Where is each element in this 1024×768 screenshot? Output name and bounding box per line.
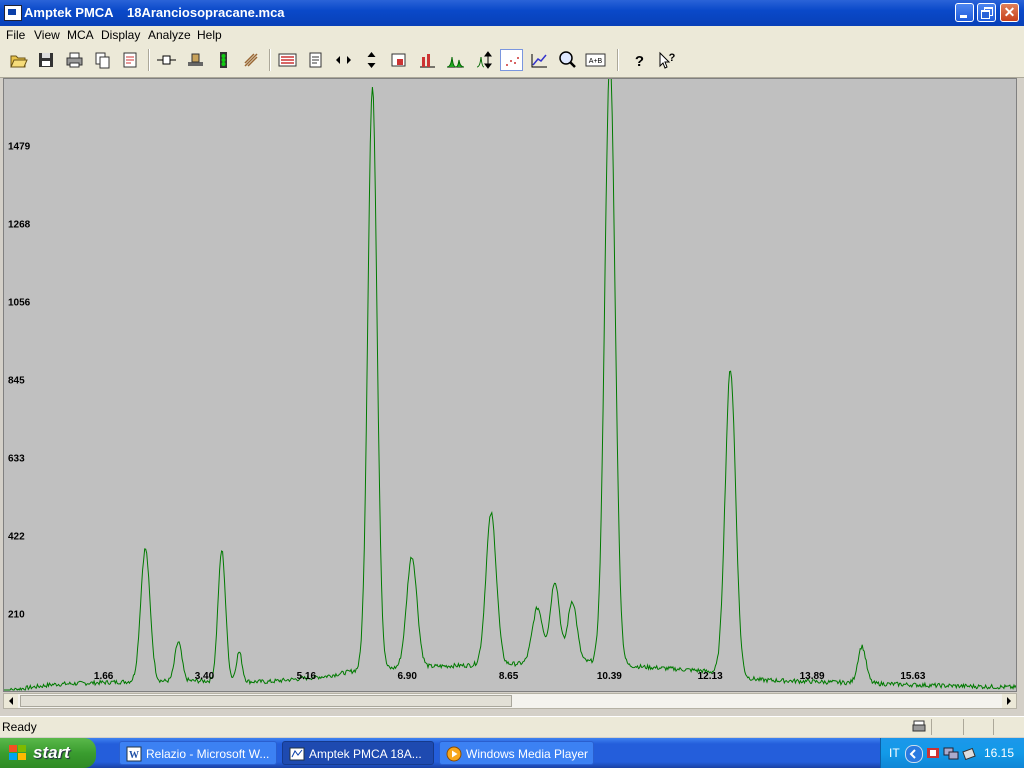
toolbar-separator (148, 49, 150, 71)
y-tick-label: 1479 (8, 142, 31, 153)
x-tick-label: 12.13 (698, 671, 723, 682)
acquisition-setup-icon[interactable] (184, 49, 207, 71)
taskbar-item-pmca[interactable]: Amptek PMCA 18A... (282, 741, 434, 765)
menu-analyze[interactable]: Analyze (148, 28, 191, 42)
y-tick-label: 1268 (8, 220, 31, 231)
open-icon[interactable] (7, 49, 30, 71)
status-pane (993, 719, 1022, 735)
tray-expand-icon[interactable] (905, 745, 923, 763)
toolbar-separator (269, 49, 271, 71)
tray-network-icon[interactable] (943, 745, 959, 761)
horizontal-expand-icon[interactable] (332, 49, 355, 71)
x-tick-label: 13.89 (800, 671, 825, 682)
window-title-app: Amptek PMCA (24, 5, 114, 20)
y-tick-label: 845 (8, 375, 25, 386)
tray-security-icon[interactable] (925, 745, 941, 761)
app-icon[interactable] (4, 5, 22, 21)
point-display-icon[interactable] (500, 49, 523, 71)
y-tick-label: 1056 (8, 298, 31, 309)
status-pane (963, 719, 992, 735)
media-player-icon (446, 746, 462, 762)
roi-icon[interactable] (276, 49, 299, 71)
clock: 16.15 (984, 746, 1015, 760)
menu-help[interactable]: Help (197, 28, 222, 42)
spectrum-chart[interactable]: 1479 1268 1056 845 633 422 210 1.66 3.40 5.16 6.90… (4, 79, 1016, 691)
toolbar-separator (617, 49, 619, 71)
menu-mca[interactable]: MCA (67, 28, 94, 42)
context-help-icon[interactable]: ? (656, 49, 679, 71)
menu-display[interactable]: Display (101, 28, 140, 42)
menu-view[interactable]: View (34, 28, 60, 42)
scroll-left-arrow[interactable] (4, 694, 18, 708)
status-pane (931, 719, 962, 735)
save-icon[interactable] (35, 49, 58, 71)
spectrum-plot[interactable]: 1479 1268 1056 845 633 422 210 1.66 3.40 5.16 6.90… (3, 78, 1017, 692)
status-text: Ready (2, 720, 37, 734)
scrollbar-thumb[interactable] (20, 695, 512, 707)
svg-text:W: W (129, 750, 139, 761)
peak-display-icon[interactable] (444, 49, 467, 71)
a-plus-b-label: A+B (589, 58, 603, 65)
close-icon: ✕ (1003, 4, 1016, 20)
status-bar: Ready (0, 716, 1024, 737)
status-printer-icon (912, 720, 926, 733)
scroll-right-arrow[interactable] (1002, 694, 1016, 708)
taskbar-item-word[interactable]: W Relazio - Microsoft W... (119, 741, 277, 765)
restore-button[interactable] (977, 3, 996, 22)
x-tick-label: 10.39 (597, 671, 622, 682)
report-icon[interactable] (304, 49, 327, 71)
menu-file[interactable]: File (6, 28, 25, 42)
copy-icon[interactable] (91, 49, 114, 71)
start-button[interactable]: start (0, 738, 96, 768)
x-tick-label: 1.66 (94, 671, 114, 682)
language-indicator[interactable]: IT (889, 746, 900, 760)
print-preview-icon[interactable] (119, 49, 142, 71)
start-label: start (33, 743, 70, 762)
x-tick-label: 5.16 (297, 671, 317, 682)
word-icon: W (126, 746, 142, 762)
minimize-button[interactable] (955, 3, 974, 22)
traffic-light-icon[interactable] (212, 49, 235, 71)
toolbar: A+B ? ? (0, 45, 1024, 78)
taskbar: start W Relazio - Microsoft W... Amptek … (0, 738, 1024, 768)
title-bar[interactable]: Amptek PMCA 18Aranciosopracane.mca ✕ (0, 0, 1024, 26)
windows-logo-icon (9, 745, 26, 760)
y-tick-label: 422 (8, 531, 25, 542)
calibrate-icon[interactable] (240, 49, 263, 71)
spectrum-series-line (4, 79, 1016, 691)
y-tick-label: 633 (8, 454, 25, 465)
taskbar-item-label: Windows Media Player (466, 747, 589, 761)
taskbar-item-media-player[interactable]: Windows Media Player (439, 741, 594, 765)
x-tick-label: 6.90 (397, 671, 417, 682)
auto-scale-icon[interactable] (472, 49, 495, 71)
close-button[interactable]: ✕ (1000, 3, 1019, 22)
x-tick-label: 15.63 (900, 671, 925, 682)
help-icon[interactable]: ? (628, 49, 651, 71)
tray-safely-remove-icon[interactable] (961, 745, 977, 761)
roi-zoom-icon[interactable] (388, 49, 411, 71)
pmca-icon (289, 747, 305, 761)
bar-display-icon[interactable] (416, 49, 439, 71)
taskbar-item-label: Relazio - Microsoft W... (146, 747, 270, 761)
connect-icon[interactable] (155, 49, 178, 71)
window-title-file: 18Aranciosopracane.mca (127, 5, 285, 20)
taskbar-item-label: Amptek PMCA 18A... (309, 747, 422, 761)
a-plus-b-icon[interactable]: A+B (584, 49, 607, 71)
y-tick-label: 210 (8, 610, 25, 621)
zoom-icon[interactable] (556, 49, 579, 71)
svg-text:?: ? (635, 53, 644, 70)
print-icon[interactable] (63, 49, 86, 71)
x-tick-label: 8.65 (499, 671, 519, 682)
system-tray: IT 16.15 (880, 738, 1024, 768)
horizontal-scrollbar[interactable] (3, 693, 1017, 709)
x-tick-label: 3.40 (195, 671, 215, 682)
vertical-expand-icon[interactable] (360, 49, 383, 71)
line-display-icon[interactable] (528, 49, 551, 71)
svg-text:?: ? (669, 52, 676, 64)
menu-bar: File View MCA Display Analyze Help (0, 26, 1024, 45)
